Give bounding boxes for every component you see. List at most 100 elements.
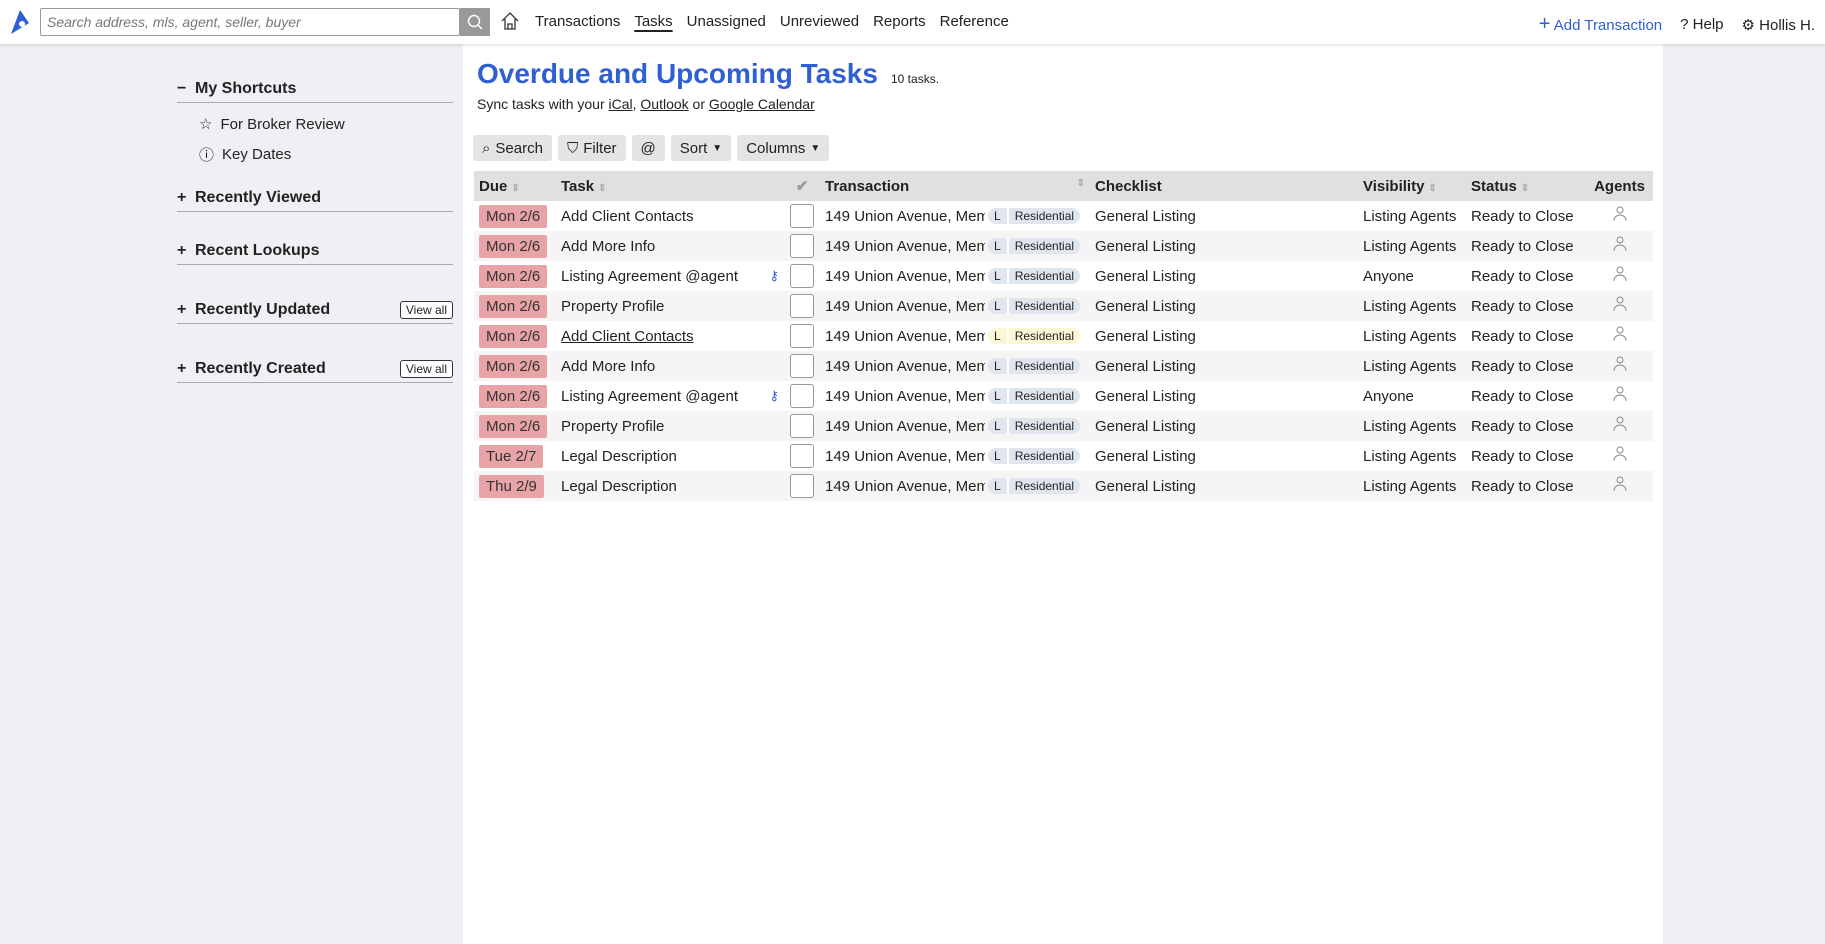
sort-dropdown[interactable]: Sort ▼: [670, 135, 732, 161]
person-icon[interactable]: [1613, 296, 1627, 312]
transaction-badge: L Residential: [988, 418, 1081, 435]
table-row[interactable]: Mon 2/6 Add More Info 149 Union Avenue, …: [474, 351, 1653, 381]
transaction-link[interactable]: 149 Union Avenue, Memphis: [825, 208, 985, 225]
transaction-link[interactable]: 149 Union Avenue, Memphis: [825, 448, 985, 465]
table-row[interactable]: Mon 2/6 Add Client Contacts 149 Union Av…: [474, 201, 1653, 231]
search-button[interactable]: ⌕ Search: [473, 135, 552, 161]
google-calendar-link[interactable]: Google Calendar: [709, 96, 815, 112]
person-icon[interactable]: [1613, 206, 1627, 222]
side-label: L: [988, 358, 1009, 375]
due-date-badge: Mon 2/6: [479, 414, 548, 438]
transaction-link[interactable]: 149 Union Avenue, Memphis: [825, 298, 985, 315]
task-link[interactable]: Legal Description: [561, 478, 677, 495]
recently-viewed-header[interactable]: + Recently Viewed: [177, 189, 453, 212]
task-checkbox[interactable]: [790, 204, 814, 228]
task-link[interactable]: Add More Info: [561, 238, 655, 255]
col-transaction[interactable]: Transaction ⇕: [820, 171, 1090, 201]
task-link[interactable]: Property Profile: [561, 418, 664, 435]
help-button[interactable]: ? Help: [1680, 16, 1723, 33]
task-link[interactable]: Property Profile: [561, 298, 664, 315]
col-status[interactable]: Status ⇕: [1466, 171, 1586, 201]
side-label: L: [988, 268, 1009, 285]
person-icon[interactable]: [1613, 416, 1627, 432]
task-checkbox[interactable]: [790, 444, 814, 468]
task-checkbox[interactable]: [790, 354, 814, 378]
task-checkbox[interactable]: [790, 264, 814, 288]
status-cell: Ready to Close: [1466, 231, 1586, 261]
sidebar: − My Shortcuts ☆ For Broker Review ⓘ Key Da…: [177, 80, 453, 383]
person-icon[interactable]: [1613, 266, 1627, 282]
person-icon[interactable]: [1613, 236, 1627, 252]
shortcut-for-broker-review[interactable]: ☆ For Broker Review: [177, 109, 453, 139]
table-row[interactable]: Mon 2/6 Add More Info 149 Union Avenue, …: [474, 231, 1653, 261]
transaction-link[interactable]: 149 Union Avenue, Memphis: [825, 358, 985, 375]
transaction-link[interactable]: 149 Union Avenue, Memphis: [825, 268, 985, 285]
my-shortcuts-header[interactable]: − My Shortcuts: [177, 80, 453, 103]
ical-link[interactable]: iCal: [609, 96, 633, 112]
task-link[interactable]: Add Client Contacts: [561, 208, 694, 225]
nav-unreviewed[interactable]: Unreviewed: [780, 13, 859, 30]
task-link[interactable]: Listing Agreement @agent: [561, 268, 738, 285]
logo-icon[interactable]: [8, 9, 32, 35]
side-label: L: [988, 208, 1009, 225]
transaction-link[interactable]: 149 Union Avenue, Memphis: [825, 328, 985, 345]
recently-updated-header[interactable]: + Recently Updated View all: [177, 301, 453, 324]
transaction-link[interactable]: 149 Union Avenue, Memphis: [825, 478, 985, 495]
search-button[interactable]: [460, 8, 490, 36]
table-row[interactable]: Mon 2/6 Property Profile 149 Union Avenu…: [474, 411, 1653, 441]
nav-tasks[interactable]: Tasks: [634, 13, 672, 30]
col-task[interactable]: Task ⇕: [556, 171, 784, 201]
table-row[interactable]: Mon 2/6 Add Client Contacts 149 Union Av…: [474, 321, 1653, 351]
transaction-link[interactable]: 149 Union Avenue, Memphis: [825, 418, 985, 435]
recently-created-header[interactable]: + Recently Created View all: [177, 360, 453, 383]
view-all-created-button[interactable]: View all: [399, 360, 453, 378]
view-all-updated-button[interactable]: View all: [399, 301, 453, 319]
mention-button[interactable]: @: [631, 135, 665, 161]
filter-button[interactable]: ⛉ Filter: [557, 135, 626, 161]
nav-reference[interactable]: Reference: [940, 13, 1009, 30]
type-label: Residential: [1014, 479, 1075, 494]
table-row[interactable]: Thu 2/9 Legal Description 149 Union Aven…: [474, 471, 1653, 501]
task-checkbox[interactable]: [790, 294, 814, 318]
table-row[interactable]: Mon 2/6 Property Profile 149 Union Avenu…: [474, 291, 1653, 321]
task-checkbox[interactable]: [790, 384, 814, 408]
task-checkbox[interactable]: [790, 324, 814, 348]
person-icon[interactable]: [1613, 446, 1627, 462]
table-row[interactable]: Tue 2/7 Legal Description 149 Union Aven…: [474, 441, 1653, 471]
transaction-link[interactable]: 149 Union Avenue, Memphis: [825, 238, 985, 255]
filter-icon: ⛉: [566, 139, 579, 157]
person-icon[interactable]: [1613, 326, 1627, 342]
transaction-link[interactable]: 149 Union Avenue, Memphis: [825, 388, 985, 405]
caret-down-icon: ▼: [712, 142, 723, 154]
home-icon[interactable]: [500, 11, 520, 31]
search-input[interactable]: Search address, mls, agent, seller, buye…: [40, 8, 460, 36]
type-label: Residential: [1014, 419, 1075, 434]
col-visibility[interactable]: Visibility ⇕: [1358, 171, 1466, 201]
col-due[interactable]: Due ⇕: [474, 171, 556, 201]
type-label: Residential: [1014, 329, 1075, 344]
columns-dropdown[interactable]: Columns ▼: [737, 135, 830, 161]
person-icon[interactable]: [1613, 476, 1627, 492]
nav-reports[interactable]: Reports: [873, 13, 926, 30]
nav-transactions[interactable]: Transactions: [535, 13, 620, 30]
due-date-badge: Mon 2/6: [479, 354, 548, 378]
recent-lookups-header[interactable]: + Recent Lookups: [177, 242, 453, 265]
task-link[interactable]: Add Client Contacts: [561, 328, 694, 345]
task-checkbox[interactable]: [790, 414, 814, 438]
task-link[interactable]: Listing Agreement @agent: [561, 388, 738, 405]
person-icon[interactable]: [1613, 356, 1627, 372]
nav-unassigned[interactable]: Unassigned: [687, 13, 766, 30]
task-checkbox[interactable]: [790, 234, 814, 258]
shortcut-key-dates[interactable]: ⓘ Key Dates: [177, 139, 453, 169]
task-link[interactable]: Legal Description: [561, 448, 677, 465]
person-icon[interactable]: [1613, 386, 1627, 402]
visibility-cell: Listing Agents: [1358, 411, 1466, 441]
table-row[interactable]: Mon 2/6 Listing Agreement @agent ⚷ 149 Un…: [474, 381, 1653, 411]
task-checkbox[interactable]: [790, 474, 814, 498]
outlook-link[interactable]: Outlook: [640, 96, 688, 112]
type-label: Residential: [1014, 359, 1075, 374]
add-transaction-button[interactable]: + Add Transaction: [1539, 13, 1662, 36]
table-row[interactable]: Mon 2/6 Listing Agreement @agent ⚷ 149 Un…: [474, 261, 1653, 291]
task-link[interactable]: Add More Info: [561, 358, 655, 375]
user-menu[interactable]: ⚙ Hollis H.: [1742, 16, 1815, 34]
